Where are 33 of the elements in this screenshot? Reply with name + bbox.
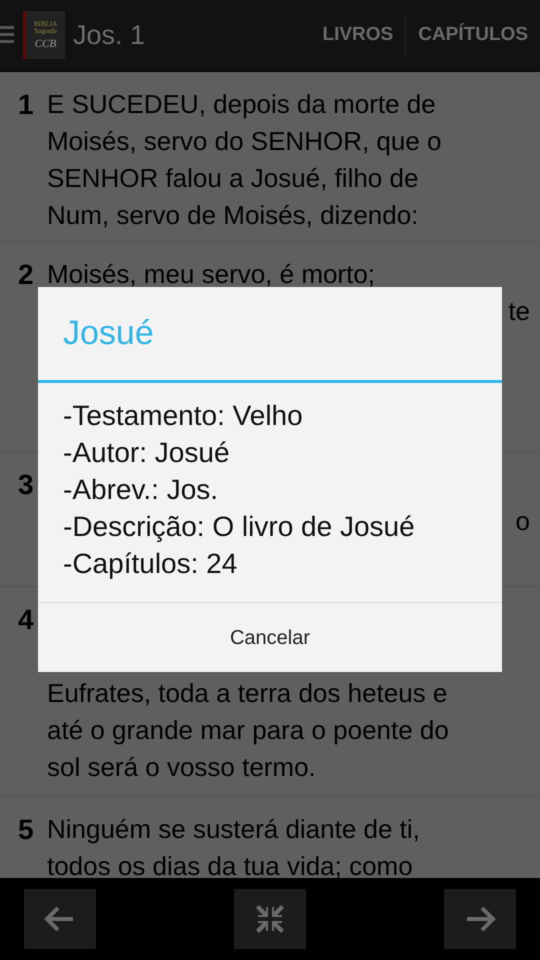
- info-line: -Descrição: O livro de Josué: [63, 511, 415, 542]
- previous-button[interactable]: [24, 889, 96, 949]
- verse-text: Moisés, meu servo, é morto;: [47, 259, 375, 289]
- verse-number: 3: [17, 468, 35, 502]
- info-line: -Autor: Josué: [63, 437, 230, 468]
- verse-text: SENHOR falou a Josué, filho de: [47, 163, 418, 193]
- verse-number: 4: [17, 603, 35, 637]
- verse-text: E SUCEDEU, depois da morte de: [47, 89, 436, 119]
- action-tab[interactable]: LIVROS: [310, 0, 406, 70]
- cancel-button[interactable]: Cancelar: [38, 602, 502, 672]
- collapse-icon: [254, 903, 286, 935]
- dialog-title: Josué: [63, 313, 154, 354]
- verse-text: Moisés, servo do SENHOR, que o: [47, 126, 442, 156]
- verse-text: o: [516, 505, 530, 538]
- info-line: -Capítulos: 24: [63, 548, 238, 579]
- info-line: -Testamento: Velho: [63, 400, 303, 431]
- verse-text: até o grande mar para o poente do: [47, 715, 449, 745]
- verse-text: Num, servo de Moisés, dizendo:: [47, 200, 418, 230]
- logo-text: CCB: [34, 38, 56, 50]
- verse-text: te: [508, 295, 530, 328]
- collapse-button[interactable]: [234, 889, 306, 949]
- verse-number: 2: [17, 258, 35, 292]
- action-tab[interactable]: CAPÍTULOS: [406, 0, 540, 70]
- app-title: Jos. 1: [73, 18, 146, 52]
- info-line: -Abrev.: Jos.: [63, 474, 218, 505]
- verse-text: Eufrates, toda a terra dos heteus e: [47, 678, 448, 708]
- next-button[interactable]: [444, 889, 516, 949]
- verse-text: sol será o vosso termo.: [47, 752, 316, 782]
- verse-text: Ninguém se susterá diante de ti,: [47, 814, 420, 844]
- verse-number: 5: [17, 813, 35, 847]
- verse-number: 1: [17, 88, 35, 122]
- verse-text: todos os dias da tua vida; como: [47, 851, 413, 878]
- menu-icon[interactable]: [0, 24, 14, 46]
